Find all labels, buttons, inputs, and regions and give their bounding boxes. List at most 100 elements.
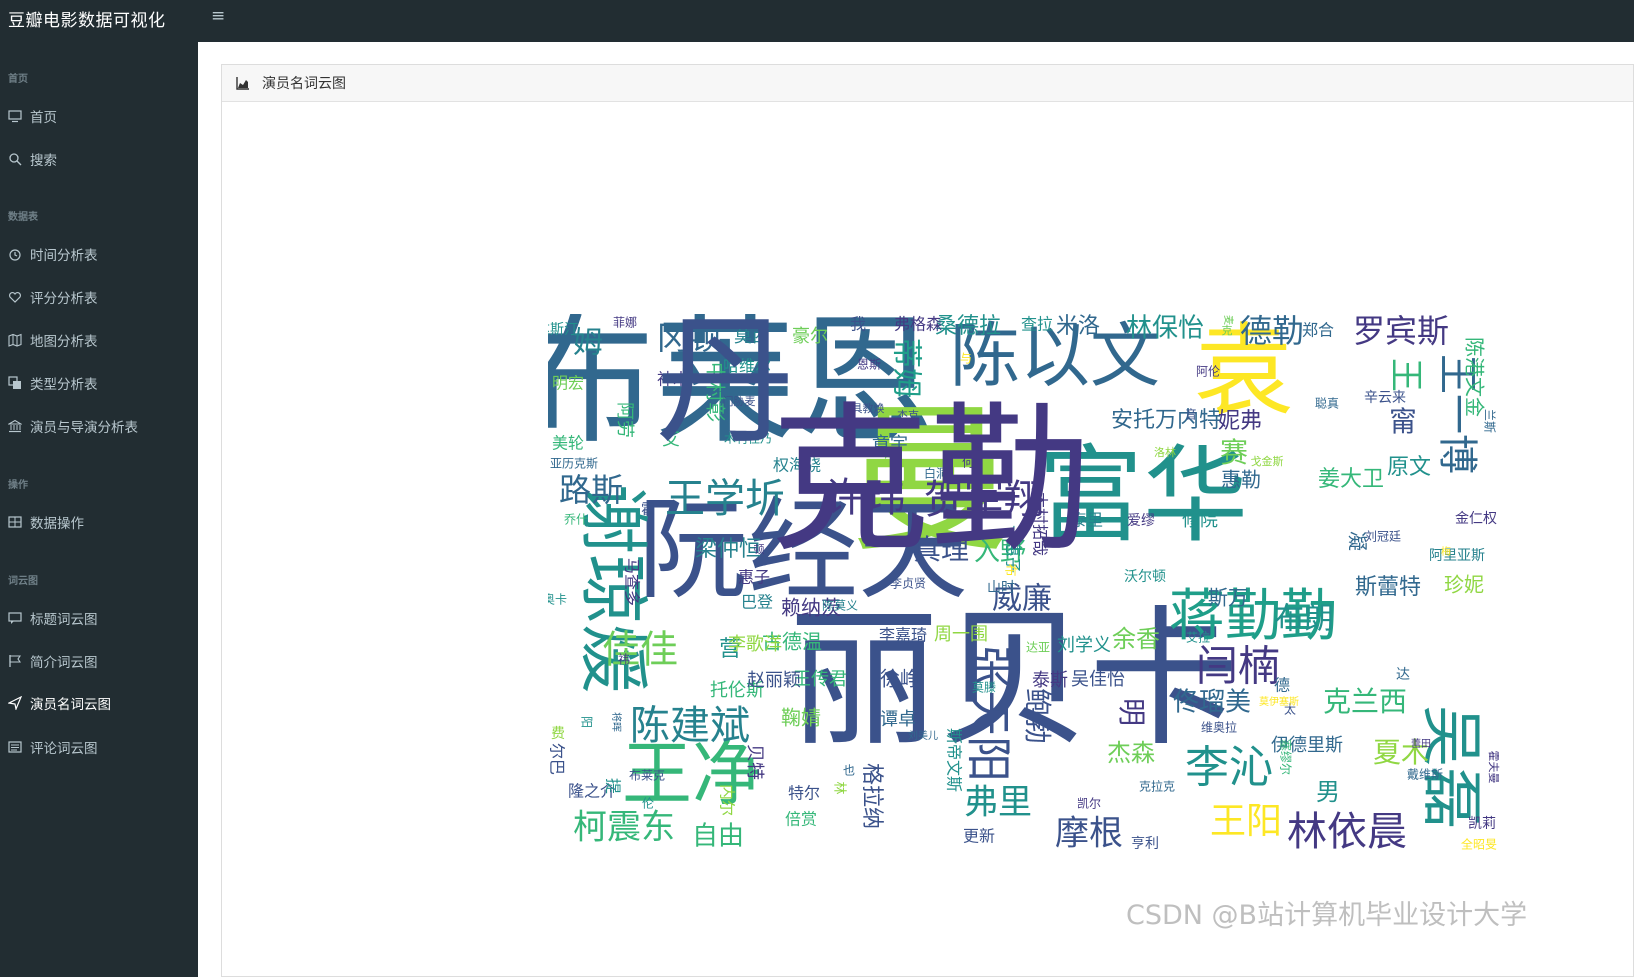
sidebar: 首页 首页 搜索 数据表 时间分析表 评分分析表 地图分析表 类型分析表 演员与… xyxy=(0,42,198,977)
wordcloud-word: 李贞贤 xyxy=(890,576,926,591)
wordcloud-word: 林 xyxy=(832,781,847,794)
sidebar-item-label: 演员名词云图 xyxy=(30,697,111,713)
wordcloud-word: 祎 xyxy=(618,653,630,667)
wordcloud-word: 闫楠 xyxy=(1196,642,1280,691)
wordcloud-word: 王 xyxy=(1386,358,1426,392)
wordcloud-word: 妮弗 xyxy=(1218,409,1262,434)
wordcloud-word: 霍夫曼 xyxy=(1487,751,1500,784)
sidebar-item-map-analysis[interactable]: 地图分析表 xyxy=(0,325,198,355)
csdn-watermark: CSDN @B站计算机毕业设计大学 xyxy=(1126,900,1528,931)
wordcloud-word: 德勒 xyxy=(1240,314,1304,350)
wordcloud-word: 山时 xyxy=(987,580,1015,596)
wordcloud-word: 倍赏 xyxy=(785,810,817,829)
wordcloud-word: 刘学义 xyxy=(1057,635,1111,656)
sidebar-header-operations: 操作 xyxy=(8,480,28,491)
wordcloud-word: 桑德拉 xyxy=(935,314,1001,339)
sidebar-item-time-analysis[interactable]: 时间分析表 xyxy=(0,239,198,269)
wordcloud-word: 亚历克斯 xyxy=(550,457,598,471)
wordcloud-word: 徐峥 xyxy=(880,667,920,691)
wordcloud-word: 尔巴 xyxy=(548,743,567,775)
sidebar-item-label: 标题词云图 xyxy=(30,612,98,628)
wordcloud-word: 杰森 xyxy=(1107,739,1155,767)
wordcloud-word: 弗里 xyxy=(964,783,1032,823)
sidebar-item-title-wordcloud[interactable]: 标题词云图 xyxy=(0,603,198,633)
wordcloud-word: 阿伦 xyxy=(1196,364,1220,379)
wordcloud-word: 安托万内特 xyxy=(1111,408,1221,433)
app-title[interactable]: 豆瓣电影数据可视化 xyxy=(8,6,166,31)
wordcloud-word: 与 xyxy=(960,352,972,366)
wordcloud-word: 凯莉 xyxy=(1468,816,1496,832)
sidebar-item-comment-wordcloud[interactable]: 评论词云图 xyxy=(0,732,198,762)
wordcloud-word: 自由 xyxy=(692,822,744,852)
search-icon xyxy=(8,152,22,166)
sidebar-item-label: 地图分析表 xyxy=(30,334,98,350)
wordcloud-word: 林依晨 xyxy=(1287,809,1407,855)
wordcloud-word: 李嘉琦 xyxy=(879,626,927,645)
sidebar-item-label: 评论词云图 xyxy=(30,741,98,757)
wordcloud-word: 特尔 xyxy=(788,784,820,803)
sidebar-item-home[interactable]: 首页 xyxy=(0,101,198,131)
sidebar-item-actor-wordcloud[interactable]: 演员名词云图 xyxy=(0,688,198,718)
area-chart-icon xyxy=(236,77,249,90)
wordcloud-word: 洛林 xyxy=(1154,445,1176,459)
sidebar-header-wordclouds: 词云图 xyxy=(8,576,38,587)
sidebar-item-search[interactable]: 搜索 xyxy=(0,144,198,174)
wordcloud-word: 莫伊塞斯 xyxy=(1259,695,1299,708)
wordcloud-word: 路斯 xyxy=(559,471,623,509)
wordcloud-word: 菲娜 xyxy=(613,316,637,330)
wordcloud-word: 刘美儿 xyxy=(908,729,938,742)
wordcloud-word: 戴维斯 xyxy=(1407,767,1443,782)
wordcloud-word: 恩斯 xyxy=(857,358,881,372)
wordcloud-word: 周一围 xyxy=(934,624,988,645)
wordcloud-word: 赛 xyxy=(1220,436,1248,469)
wordcloud-word: 梅 xyxy=(1441,545,1451,558)
wordcloud-word: 鲍勃 xyxy=(1021,688,1054,744)
wordcloud-word: 王阳 xyxy=(1210,801,1282,842)
flag-icon xyxy=(8,654,22,668)
wordcloud-word: 霍 xyxy=(641,502,655,518)
sidebar-item-label: 首页 xyxy=(30,110,57,126)
wordcloud-word: 克 xyxy=(1222,324,1233,337)
wordcloud-word: 克兰西 xyxy=(1323,685,1407,718)
wordcloud-word: 乔什 xyxy=(564,513,588,527)
sidebar-item-label: 评分分析表 xyxy=(30,291,98,307)
wordcloud-word: 梁仲恒 xyxy=(695,537,761,562)
wordcloud-word: 鞠婧 xyxy=(781,706,821,730)
wordcloud-word: 明宏 xyxy=(552,374,584,393)
wordcloud-word: 刘冠廷 xyxy=(1365,530,1401,544)
wordcloud-word: 贝特 xyxy=(744,744,765,780)
wordcloud-word: 佟瑠美 xyxy=(1173,688,1251,718)
sidebar-item-intro-wordcloud[interactable]: 简介词云图 xyxy=(0,646,198,676)
wordcloud-word: 塞缪尔 xyxy=(1279,739,1294,775)
wordcloud-word: 原文 xyxy=(1387,455,1431,480)
sidebar-item-actor-director-analysis[interactable]: 演员与导演分析表 xyxy=(0,411,198,441)
wordcloud-word: 阳 xyxy=(580,716,594,728)
wordcloud-word: 辛云来 xyxy=(1364,390,1406,406)
wordcloud-word: 更新 xyxy=(963,827,995,846)
wordcloud-word: 聪真 xyxy=(1315,397,1339,411)
hamburger-icon[interactable]: ≡ xyxy=(211,6,225,26)
copy-icon xyxy=(8,376,22,390)
wordcloud-word: 美轮 xyxy=(552,434,584,453)
wordcloud-word: 布莱克 xyxy=(629,769,665,783)
wordcloud-word: 陈港文金 xyxy=(1463,337,1487,417)
wordcloud-word: 顿 xyxy=(754,542,765,556)
wordcloud-word: 王传君 xyxy=(793,669,847,690)
wordcloud-word: 赵丽颖 xyxy=(747,670,801,691)
sidebar-item-label: 类型分析表 xyxy=(30,377,98,393)
wordcloud-word: 我 xyxy=(850,315,866,334)
wordcloud-word: 谭卓 xyxy=(880,709,916,730)
sidebar-item-rating-analysis[interactable]: 评分分析表 xyxy=(0,282,198,312)
wordcloud-word: 斯蕾特 xyxy=(1355,575,1421,600)
sidebar-item-label: 演员与导演分析表 xyxy=(30,420,138,436)
sidebar-item-type-analysis[interactable]: 类型分析表 xyxy=(0,368,198,398)
wordcloud-word: 豪尔 xyxy=(792,326,828,347)
sidebar-item-data-operations[interactable]: 数据操作 xyxy=(0,507,198,537)
wordcloud-word: 戈金斯 xyxy=(1251,454,1284,468)
sidebar-item-label: 简介词云图 xyxy=(30,655,98,671)
wordcloud-word: 姜大卫 xyxy=(1318,467,1384,492)
wordcloud-word: 泰斯 xyxy=(1032,670,1068,691)
sidebar-item-label: 时间分析表 xyxy=(30,248,98,264)
sidebar-header-tables: 数据表 xyxy=(8,212,38,223)
comment-icon xyxy=(8,611,22,625)
